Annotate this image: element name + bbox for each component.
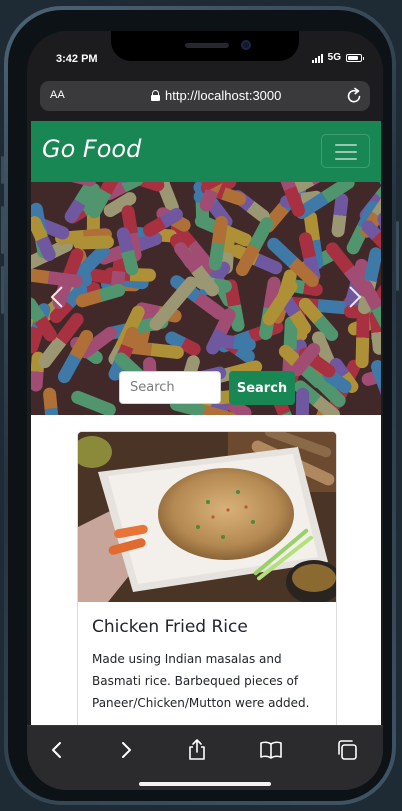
hamburger-icon (335, 151, 357, 153)
search-form: Search (119, 371, 295, 405)
navbar: Go Food (31, 121, 381, 182)
card-title: Chicken Fried Rice (92, 617, 248, 637)
tabs-icon[interactable] (335, 738, 359, 762)
back-icon[interactable] (45, 738, 69, 762)
notch (111, 31, 299, 61)
food-image (78, 432, 336, 602)
search-input[interactable] (119, 371, 221, 404)
carousel-prev-icon[interactable] (43, 282, 73, 312)
food-card[interactable]: Chicken Fried Rice Made using Indian mas… (77, 431, 337, 726)
network-label: 5G (327, 52, 341, 63)
status-time: 3:42 PM (56, 53, 98, 65)
hamburger-icon (335, 158, 357, 160)
search-button[interactable]: Search (229, 371, 295, 405)
status-bar: 3:42 PM 5G (27, 31, 383, 75)
side-button (1, 156, 4, 184)
card-description: Made using Indian masalas and Basmati ri… (92, 652, 310, 710)
browser-toolbar (27, 725, 383, 790)
bookmarks-icon[interactable] (259, 738, 283, 762)
battery-level (348, 55, 359, 60)
address-bar[interactable]: AA http://localhost:3000 (40, 81, 370, 111)
power-button (396, 221, 399, 291)
lock-icon (151, 90, 160, 101)
speaker-grille (185, 43, 229, 48)
hamburger-icon (335, 144, 357, 146)
phone-frame: 3:42 PM 5G AA http://localhost:3000 Go F… (1, 6, 399, 805)
web-page: Go Food Search Search Chicken Fried Rice… (31, 121, 381, 726)
hero-carousel: Search (31, 182, 381, 415)
reload-icon[interactable] (344, 86, 364, 106)
home-indicator (139, 782, 271, 786)
phone-screen: 3:42 PM 5G AA http://localhost:3000 Go F… (27, 31, 383, 790)
battery-icon (346, 53, 364, 62)
volume-down-button (1, 266, 4, 314)
text-size-button[interactable]: AA (50, 89, 65, 101)
fried-rice-photo (78, 432, 336, 602)
menu-toggle-button[interactable] (321, 134, 370, 168)
volume-up-button (1, 206, 4, 254)
forward-icon[interactable] (114, 738, 138, 762)
url-display[interactable]: http://localhost:3000 (151, 88, 281, 103)
status-indicators: 5G (311, 52, 364, 63)
front-camera (241, 40, 251, 50)
phone-bezel: 3:42 PM 5G AA http://localhost:3000 Go F… (8, 10, 392, 801)
signal-icon (311, 53, 323, 63)
url-text[interactable]: http://localhost:3000 (165, 88, 281, 103)
carousel-next-icon[interactable] (339, 282, 369, 312)
brand-logo[interactable]: Go Food (42, 135, 141, 163)
share-icon[interactable] (185, 738, 209, 762)
